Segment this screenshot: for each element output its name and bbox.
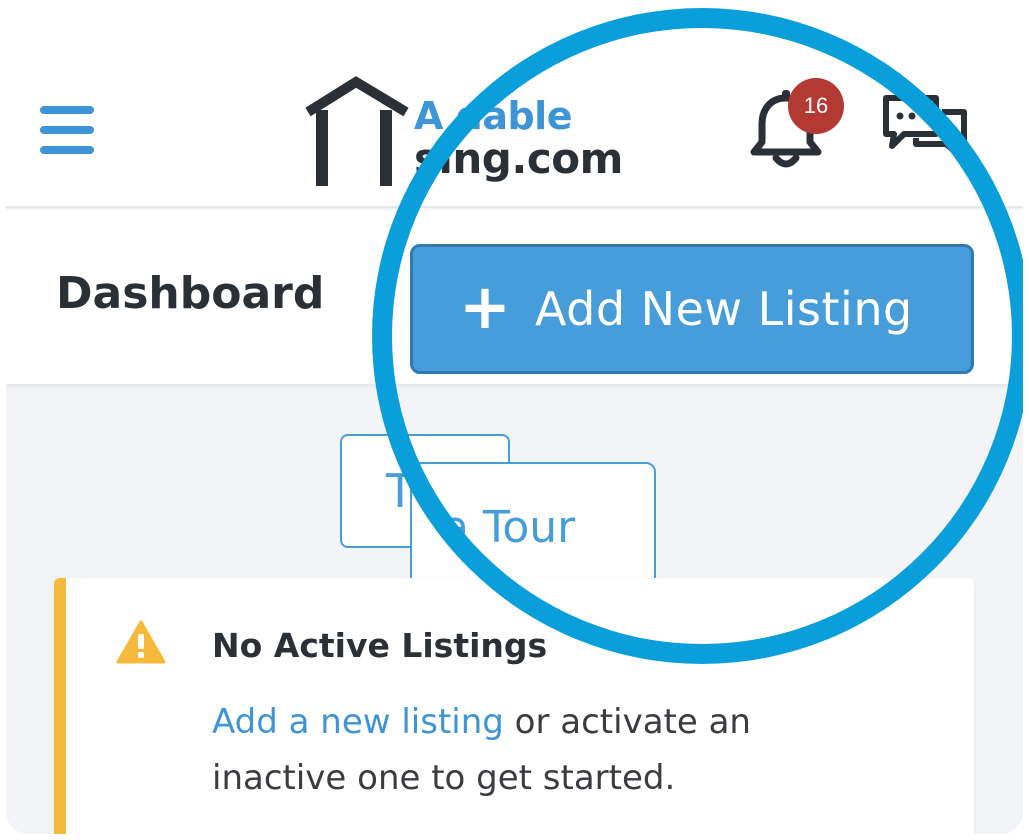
app-frame: A dable sing.com 16 Dashboard + Add New … — [6, 6, 1023, 834]
take-a-tour-button[interactable]: a Tour — [410, 462, 656, 590]
notification-count-badge: 16 — [788, 78, 844, 134]
alert-title: No Active Listings — [212, 626, 548, 665]
house-outline-icon — [305, 76, 409, 186]
no-active-listings-alert: No Active Listings Add a new listing or … — [54, 578, 974, 834]
logo-text-line2: sing.com — [414, 134, 623, 183]
hamburger-menu-icon[interactable] — [40, 106, 96, 156]
warning-triangle-icon — [116, 620, 166, 664]
page-title: Dashboard — [56, 268, 325, 319]
chat-bubbles-icon[interactable] — [880, 92, 970, 164]
add-new-listing-button[interactable]: + Add New Listing — [410, 244, 974, 374]
logo-text-line1: A dable — [414, 94, 572, 138]
top-navigation-bar: A dable sing.com 16 — [6, 6, 1023, 208]
take-a-tour-label: a Tour — [442, 502, 576, 553]
plus-icon: + — [459, 270, 511, 343]
add-new-listing-label: Add New Listing — [535, 282, 913, 336]
add-new-listing-link[interactable]: Add a new listing — [212, 702, 504, 742]
dashboard-header: Dashboard + Add New Listing — [6, 210, 1023, 384]
alert-message: Add a new listing or activate an inactiv… — [212, 694, 892, 806]
site-logo[interactable]: A dable sing.com — [302, 76, 672, 196]
